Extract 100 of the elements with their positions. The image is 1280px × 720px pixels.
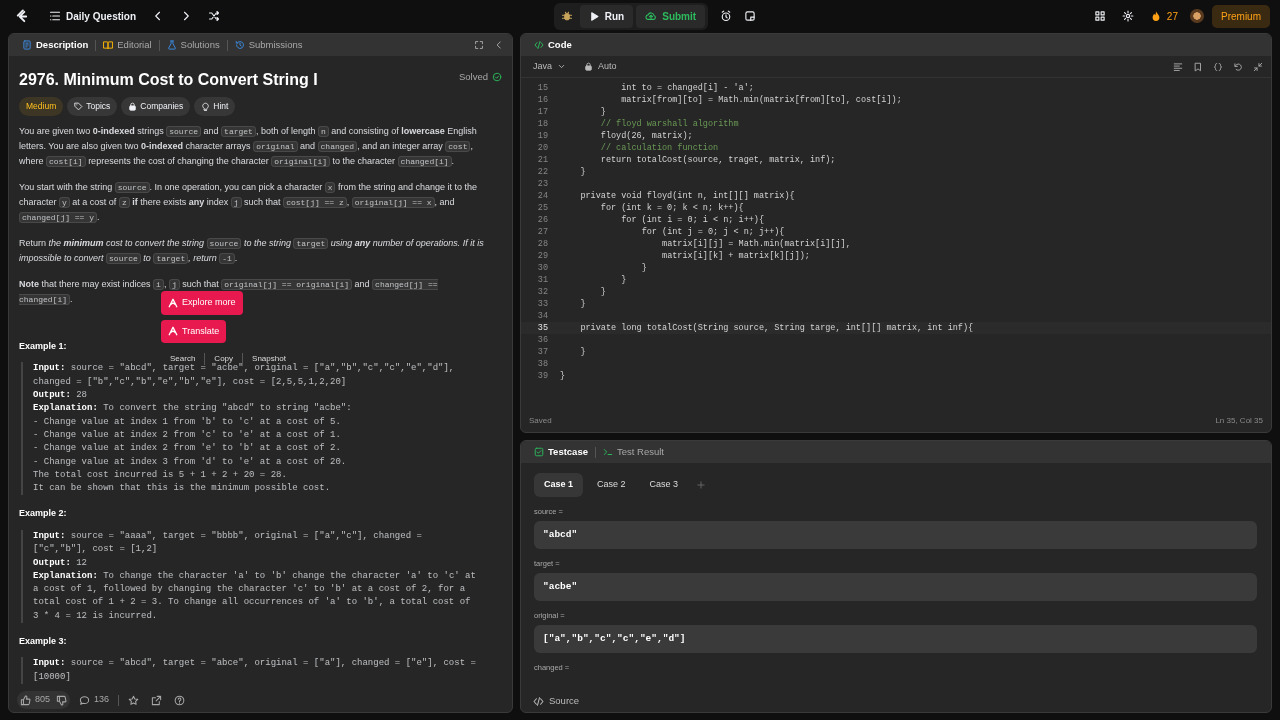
input-field[interactable]: "abcd": [534, 520, 1257, 549]
lightbulb-icon: [201, 102, 211, 112]
auto-mode-button[interactable]: Auto: [580, 57, 621, 76]
tab[interactable]: Editorial: [98, 35, 157, 55]
example-line: total cost of 1 + 2 = 3. To change all occurrences of 'a' to 'b', a total cost of: [33, 596, 471, 610]
code-comment: // calculation function: [600, 142, 719, 154]
example-line: 3 * 4 = 12 is incurred.: [33, 609, 158, 623]
code-line: }: [580, 298, 586, 310]
tab[interactable]: Submissions: [229, 35, 308, 55]
tag-button[interactable]: Hint: [194, 97, 236, 116]
list-icon: [49, 10, 61, 22]
tab[interactable]: Test Result: [597, 442, 669, 462]
lock-icon: [128, 102, 138, 112]
book-icon: [103, 40, 114, 50]
line-number: 23: [536, 178, 548, 190]
note-icon: [744, 10, 757, 22]
example-line: Explanation: To convert the string "abcd" to string "acbe":: [33, 402, 352, 416]
line-number: 21: [536, 154, 548, 166]
example-line: a cost of 1, followed by changing the character 'c' to 'b' at a cost of 2, for a: [33, 583, 466, 597]
case-tab[interactable]: Case 1: [534, 473, 584, 497]
braces-icon[interactable]: [1213, 61, 1223, 72]
description-paragraph: You start with the string source . In one operation, you can pick a character x from the string and change it to the character y at a cost of z if there exists any index j such that cost[j] == z , original[j] == x , and changed[j] == y .: [19, 180, 479, 225]
cursor-position: Ln 35, Col 35: [1215, 415, 1263, 427]
example-line: changed = ["b","c","b","e","b","e"], cost = [2,5,5,1,2,20]: [33, 375, 347, 389]
source-button[interactable]: Source: [529, 691, 584, 711]
example-line: - Change value at index 2 from 'e' to 'b' at a cost of 2.: [33, 442, 341, 456]
format-icon[interactable]: [1173, 61, 1183, 72]
bookmark-icon[interactable]: [1193, 61, 1203, 72]
line-number: 20: [536, 142, 548, 154]
case-tab[interactable]: Case 2: [587, 473, 636, 497]
input-field[interactable]: ["a","b","c","c","e","d"]: [534, 625, 1257, 654]
comments-button[interactable]: 136: [76, 691, 113, 709]
avatar[interactable]: [1190, 9, 1204, 23]
line-number: 24: [536, 190, 548, 202]
example-line: Explanation: To change the character 'a' to 'b' change the character 'a' to 'c' at: [33, 569, 476, 583]
line-number: 33: [536, 298, 548, 310]
tab[interactable]: Description: [17, 35, 94, 55]
play-icon: [588, 10, 600, 22]
difficulty-label: Medium: [19, 97, 64, 116]
star-icon: [128, 694, 140, 706]
code-comment: // floyd warshall algorithm: [600, 118, 739, 130]
expand-icon[interactable]: [474, 40, 484, 50]
code-line: floyd(26, matrix);: [600, 130, 693, 142]
example-line: - Change value at index 2 from 'c' to 'e' at a cost of 1.: [33, 428, 341, 442]
line-number: 36: [536, 334, 548, 346]
tag-button[interactable]: Topics: [67, 97, 118, 116]
check-circle-icon: [492, 72, 502, 83]
example-heading: Example 3:: [19, 635, 67, 648]
solved-label: Solved: [458, 70, 488, 84]
tag-button[interactable]: Companies: [121, 97, 191, 116]
collapse-icon[interactable]: [1253, 61, 1263, 72]
thumbs-down-icon: [56, 694, 68, 706]
popup-action[interactable]: Search: [161, 353, 205, 365]
submit-button[interactable]: Submit: [636, 4, 706, 28]
code-line: }: [560, 370, 566, 382]
undo-icon[interactable]: [1233, 61, 1243, 72]
example-heading: Example 1:: [19, 339, 67, 353]
popup-button[interactable]: Translate: [161, 319, 227, 343]
language-dropdown[interactable]: Java: [529, 57, 570, 76]
example-line: [10000]: [33, 670, 71, 684]
line-number: 28: [536, 238, 548, 250]
tab[interactable]: Testcase: [529, 442, 593, 462]
code-line: matrix[i][k] + matrix[k][j]);: [662, 250, 810, 262]
popup-button[interactable]: Explore more: [161, 291, 243, 315]
problem-list-button[interactable]: Daily Question: [45, 6, 140, 26]
line-number: 16: [536, 94, 548, 106]
example-line: Input: source = "aaaa", target = "bbbb", original = ["a","c"], changed =: [33, 529, 422, 543]
terminal-icon: [602, 447, 613, 457]
comment-icon: [79, 694, 91, 706]
chevron-down-icon: [557, 62, 566, 71]
streak-counter[interactable]: 27: [1145, 6, 1182, 26]
example-line: Input: source = "abcd", target = "abce", original = ["a"], changed = ["e"], cost =: [33, 657, 476, 671]
code-line: private long totalCost(String source, String targe, int[][] matrix, int inf){: [580, 322, 974, 334]
alarm-clock-icon: [720, 10, 733, 22]
line-number: 25: [536, 202, 548, 214]
case-tab[interactable]: Case 3: [639, 473, 689, 497]
line-number: 19: [536, 130, 548, 142]
example-line: The total cost incurred is 5 + 1 + 2 + 20 = 28.: [33, 468, 287, 482]
line-number: 22: [536, 166, 548, 178]
shuffle-icon: [208, 10, 220, 22]
line-number: 39: [536, 370, 548, 382]
tab[interactable]: Solutions: [161, 35, 225, 55]
description-paragraph: Return the minimum cost to convert the string source to the string target using any number of operations. If it is impossible to convert source to target , return -1 .: [19, 236, 485, 266]
code-line: }: [600, 106, 606, 118]
premium-button[interactable]: Premium: [1212, 4, 1270, 28]
line-number: 17: [536, 106, 548, 118]
help-icon: [174, 694, 186, 706]
tag-icon: [74, 102, 84, 112]
code-line: for (int i = 0; i < n; i++){: [621, 214, 765, 226]
input-field[interactable]: "acbe": [534, 573, 1257, 601]
code-tab[interactable]: Code: [529, 35, 577, 55]
description-paragraph: You are given two 0-indexed strings source and target , both of length n and consisting of lowercase English letters. You are also given two 0-indexed character arrays original and changed , and an integer array cost , where cost[i] represents the cost of changing the character original[i] to the character changed[i] .: [19, 124, 478, 169]
run-button[interactable]: Run: [579, 4, 634, 28]
line-number: 18: [536, 118, 548, 130]
code-line: }: [621, 274, 627, 286]
collapse-panel-icon[interactable]: [494, 40, 504, 50]
code-line: for (int j = 0; j < n; j++){: [641, 226, 785, 238]
document-icon: [22, 40, 32, 50]
line-number: 30: [536, 262, 548, 274]
share-icon: [151, 694, 163, 706]
